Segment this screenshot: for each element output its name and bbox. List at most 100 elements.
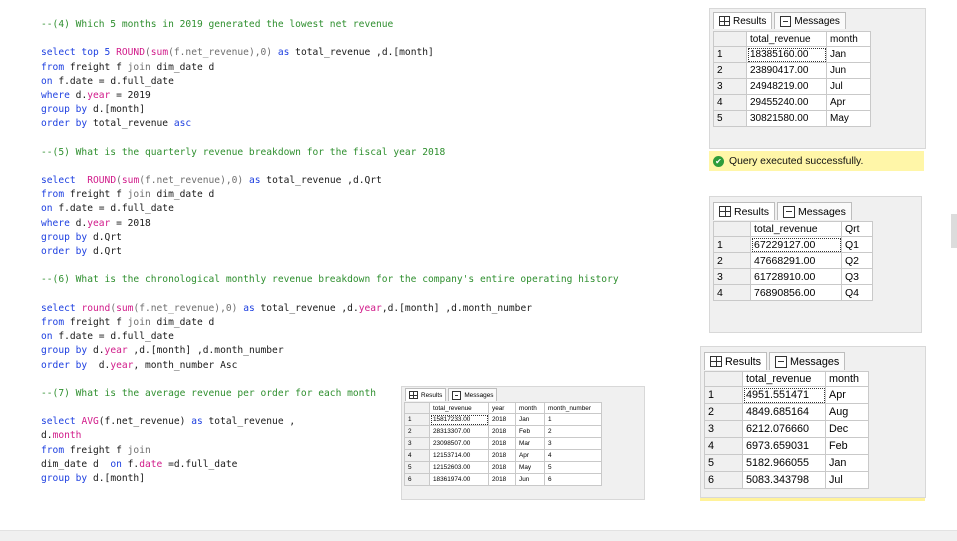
column-header[interactable]: year — [488, 402, 516, 414]
row-number[interactable]: 2 — [713, 62, 747, 79]
table-cell[interactable]: 18361974.00 — [429, 473, 489, 486]
table-cell[interactable]: 12152603.00 — [429, 461, 489, 474]
results-tab[interactable]: Results — [405, 388, 447, 401]
table-cell[interactable]: 4 — [544, 449, 602, 462]
column-header[interactable]: total_revenue — [746, 31, 827, 47]
scrollbar-thumb[interactable] — [951, 214, 957, 248]
results-table[interactable]: total_revenue month 1 4951.551471 Apr 2 4849… — [704, 371, 869, 489]
table-cell[interactable]: 5182.966055 — [742, 454, 826, 472]
row-number[interactable]: 1 — [404, 413, 430, 426]
table-cell[interactable]: Jan — [825, 454, 869, 472]
bottom-scrollbar[interactable] — [0, 530, 957, 541]
table-row[interactable]: 1 18385160.00 Jan — [713, 46, 871, 63]
table-row[interactable]: 2 4849.685164 Aug — [704, 403, 869, 421]
table-cell[interactable]: 61728910.00 — [750, 268, 842, 285]
row-number[interactable]: 4 — [404, 449, 430, 462]
table-cell[interactable]: Apr — [825, 386, 869, 404]
results-tab[interactable]: Results — [713, 12, 773, 29]
table-cell[interactable]: Jun — [515, 473, 545, 486]
table-cell[interactable]: Mar — [515, 437, 545, 450]
table-cell[interactable]: 24948219.00 — [746, 78, 827, 95]
table-cell[interactable]: 30821580.00 — [746, 110, 827, 127]
table-cell[interactable]: Feb — [515, 425, 545, 438]
table-cell[interactable]: Q3 — [841, 268, 873, 285]
table-row[interactable]: 6 18361974.00 2018 Jun 6 — [404, 473, 602, 486]
table-cell[interactable]: 28313307.00 — [429, 425, 489, 438]
results-tab[interactable]: Results — [704, 352, 768, 370]
table-cell[interactable]: 47668291.00 — [750, 252, 842, 269]
table-cell[interactable]: 23890417.00 — [746, 62, 827, 79]
messages-tab[interactable]: Messages — [769, 352, 846, 370]
table-cell[interactable]: 67229127.00 — [750, 236, 842, 253]
table-cell[interactable]: May — [515, 461, 545, 474]
table-cell[interactable]: 12153714.00 — [429, 449, 489, 462]
table-cell[interactable]: Apr — [826, 94, 871, 111]
table-row[interactable]: 4 29455240.00 Apr — [713, 94, 871, 111]
row-number[interactable]: 4 — [713, 94, 747, 111]
table-row[interactable]: 5 5182.966055 Jan — [704, 454, 869, 472]
column-header[interactable]: month — [515, 402, 545, 414]
table-cell[interactable]: Apr — [515, 449, 545, 462]
column-header[interactable]: total_revenue — [429, 402, 489, 414]
table-cell[interactable]: Feb — [825, 437, 869, 455]
table-cell[interactable]: 18385160.00 — [746, 46, 827, 63]
table-cell[interactable]: Jul — [826, 78, 871, 95]
column-header[interactable]: total_revenue — [750, 221, 842, 237]
table-row[interactable]: 4 12153714.00 2018 Apr 4 — [404, 449, 602, 462]
table-cell[interactable]: 1 — [544, 413, 602, 426]
table-row[interactable]: 3 24948219.00 Jul — [713, 78, 871, 95]
row-number[interactable]: 1 — [704, 386, 743, 404]
table-cell[interactable]: Aug — [825, 403, 869, 421]
table-row[interactable]: 3 61728910.00 Q3 — [713, 268, 873, 285]
table-row[interactable]: 3 23098507.00 2018 Mar 3 — [404, 437, 602, 450]
table-cell[interactable]: 6212.076660 — [742, 420, 826, 438]
row-number[interactable]: 1 — [713, 236, 751, 253]
table-cell[interactable]: Q4 — [841, 284, 873, 301]
row-number[interactable]: 3 — [713, 268, 751, 285]
row-number[interactable]: 3 — [704, 420, 743, 438]
table-cell[interactable]: 4849.685164 — [742, 403, 826, 421]
table-cell[interactable]: 2 — [544, 425, 602, 438]
table-cell[interactable]: 29455240.00 — [746, 94, 827, 111]
row-number[interactable]: 2 — [713, 252, 751, 269]
table-cell[interactable]: Jan — [826, 46, 871, 63]
table-cell[interactable]: 76890856.00 — [750, 284, 842, 301]
row-number[interactable]: 5 — [704, 454, 743, 472]
table-row[interactable]: 4 6973.659031 Feb — [704, 437, 869, 455]
messages-tab[interactable]: Messages — [448, 388, 498, 401]
table-cell[interactable]: Q2 — [841, 252, 873, 269]
table-row[interactable]: 6 5083.343798 Jul — [704, 471, 869, 489]
table-cell[interactable]: 5083.343798 — [742, 471, 826, 489]
column-header[interactable]: month — [826, 31, 871, 47]
column-header[interactable]: total_revenue — [742, 371, 826, 387]
column-header[interactable]: month — [825, 371, 869, 387]
table-cell[interactable]: 2018 — [488, 461, 516, 474]
table-row[interactable]: 1 4951.551471 Apr — [704, 386, 869, 404]
table-cell[interactable]: 6 — [544, 473, 602, 486]
table-row[interactable]: 5 12152603.00 2018 May 5 — [404, 461, 602, 474]
messages-tab[interactable]: Messages — [774, 12, 846, 29]
table-cell[interactable]: Dec — [825, 420, 869, 438]
table-row[interactable]: 1 15817233.00 2018 Jan 1 — [404, 413, 602, 426]
table-row[interactable]: 4 76890856.00 Q4 — [713, 284, 873, 301]
row-number[interactable]: 5 — [713, 110, 747, 127]
table-row[interactable]: 1 67229127.00 Q1 — [713, 236, 873, 253]
table-cell[interactable]: Jul — [825, 471, 869, 489]
table-cell[interactable]: 15817233.00 — [429, 413, 489, 426]
row-number[interactable]: 4 — [704, 437, 743, 455]
row-number[interactable]: 2 — [404, 425, 430, 438]
table-cell[interactable]: 2018 — [488, 413, 516, 426]
table-cell[interactable]: 2018 — [488, 449, 516, 462]
table-cell[interactable]: May — [826, 110, 871, 127]
table-cell[interactable]: 23098507.00 — [429, 437, 489, 450]
row-number[interactable]: 6 — [404, 473, 430, 486]
table-cell[interactable]: Jun — [826, 62, 871, 79]
row-number[interactable]: 3 — [404, 437, 430, 450]
results-table[interactable]: total_revenue year month month_number 11… — [404, 402, 602, 486]
row-number[interactable]: 5 — [404, 461, 430, 474]
column-header[interactable]: month_number — [544, 402, 602, 414]
table-row[interactable]: 2 28313307.00 2018 Feb 2 — [404, 425, 602, 438]
table-cell[interactable]: 3 — [544, 437, 602, 450]
table-cell[interactable]: 6973.659031 — [742, 437, 826, 455]
row-number[interactable]: 2 — [704, 403, 743, 421]
